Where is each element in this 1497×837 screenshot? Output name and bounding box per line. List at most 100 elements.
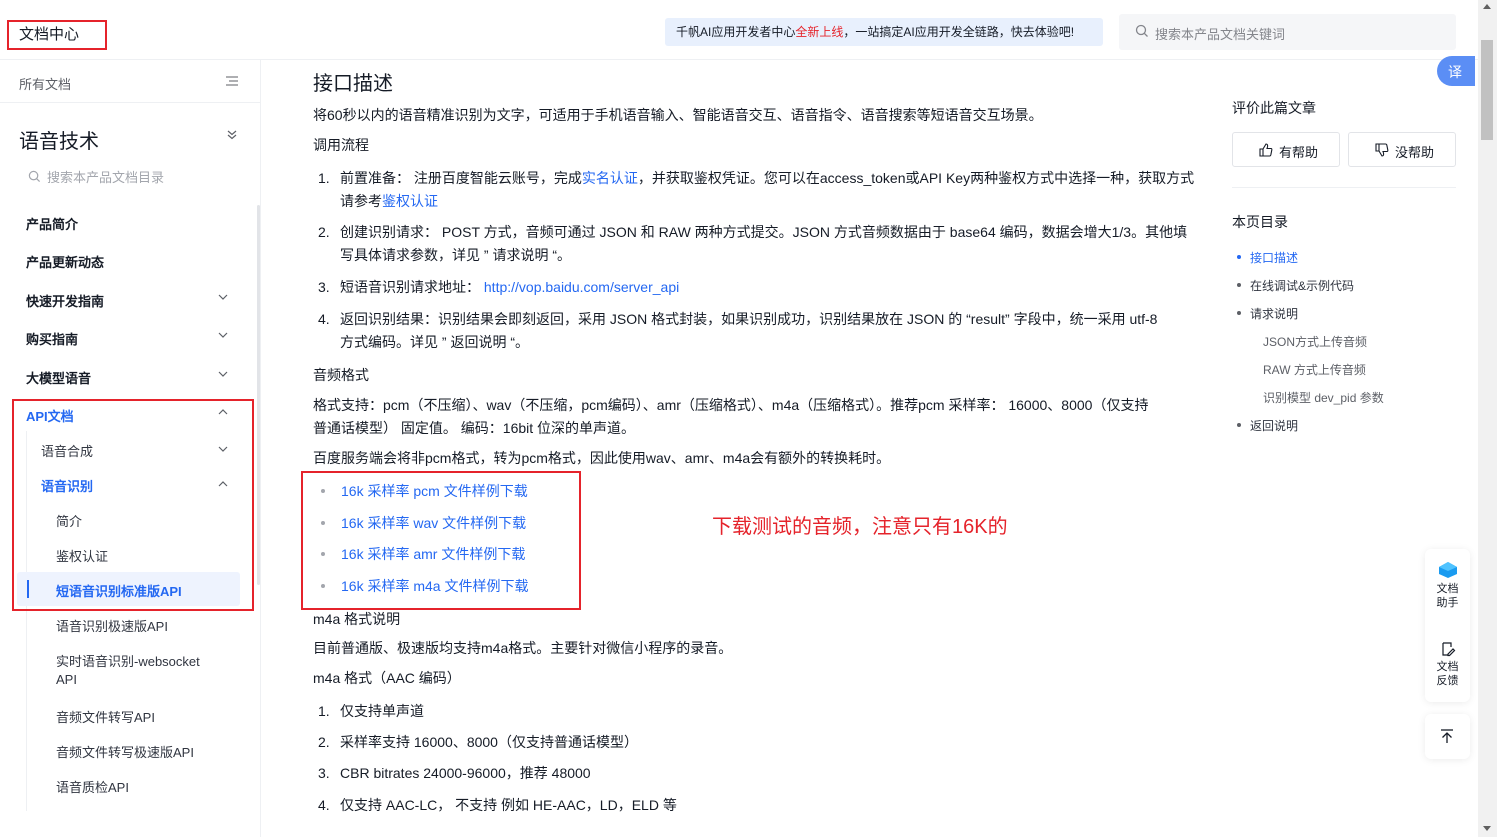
item-text: 仅支持单声道 (340, 703, 424, 719)
helpful-button[interactable]: 有帮助 (1232, 132, 1340, 167)
doc-feedback-button[interactable]: 文档 反馈 (1425, 641, 1470, 688)
sidebar-item-llm-voice[interactable]: 大模型语音 (26, 368, 228, 387)
translate-label: 译 (1448, 64, 1462, 80)
window-scrollbar[interactable] (1478, 0, 1497, 837)
toc-item-raw-upload[interactable]: RAW 方式上传音频 (1263, 361, 1366, 378)
sidebar-item-quality-check[interactable]: 语音质检API (56, 777, 129, 796)
assistant-label-1: 文档 (1436, 583, 1459, 595)
product-title: 语音技术 (19, 131, 99, 153)
flow-heading: 调用流程 (313, 137, 369, 153)
scroll-down-icon[interactable] (1483, 826, 1491, 831)
helpful-label: 有帮助 (1279, 145, 1319, 160)
thumbs-down-icon (1375, 143, 1389, 157)
banner-prefix: 千帆AI应用开发者中心 (676, 25, 796, 39)
item-number: 1. (318, 703, 330, 719)
rate-article-title: 评价此篇文章 (1232, 100, 1316, 116)
sidebar-item-file-transcribe-fast[interactable]: 音频文件转写极速版API (56, 742, 194, 761)
list-icon[interactable] (226, 76, 238, 86)
sidebar-item-fast-asr-api[interactable]: 语音识别极速版API (56, 616, 168, 635)
arrow-up-icon (1441, 729, 1453, 743)
toc-label: 请求说明 (1250, 307, 1299, 321)
banner-highlight: 全新上线 (795, 25, 844, 39)
m4a-heading: m4a 格式说明 (313, 611, 401, 627)
step-text: 前置准备： 注册百度智能云账号，完成 (340, 170, 582, 186)
annotation-box-downloads (301, 471, 581, 610)
feedback-label-2: 反馈 (1436, 675, 1459, 687)
realname-auth-link[interactable]: 实名认证 (582, 170, 638, 186)
sidebar-item-realtime-asr-api[interactable]: API (56, 672, 77, 687)
assistant-label-2: 助手 (1436, 597, 1459, 609)
toc-label: 在线调试&示例代码 (1250, 279, 1355, 293)
promo-banner[interactable]: 千帆AI应用开发者中心全新上线，一站搞定AI应用开发全链路，快去体验吧! (665, 18, 1103, 46)
scroll-up-icon[interactable] (1483, 4, 1491, 9)
step-text: 创建识别请求： POST 方式，音频可通过 JSON 和 RAW 两种方式提交。… (340, 224, 1188, 240)
feedback-label-1: 文档 (1436, 661, 1459, 673)
sidebar-item-label: 大模型语音 (26, 371, 92, 386)
search-icon (28, 170, 41, 183)
translate-button[interactable]: 译 (1437, 56, 1475, 86)
doc-search-input[interactable]: 搜索本产品文档关键词 (1119, 14, 1456, 50)
item-text: 采样率支持 16000、8000（仅支持普通话模型） (340, 734, 638, 750)
format-support-line2: 普通话模型） 固定值。 编码：16bit 位深的单声道。 (313, 420, 636, 436)
annotation-box-sidebar (12, 399, 254, 611)
audio-format-heading: 音频格式 (313, 367, 369, 383)
step-text: 方式编码。详见 ” 返回说明 “。 (340, 334, 529, 350)
item-number: 4. (318, 797, 330, 813)
toc-label: 接口描述 (1250, 251, 1299, 265)
back-to-top-button[interactable] (1425, 714, 1470, 759)
doc-center-logo[interactable]: 文档中心 (19, 23, 79, 44)
toc-label: 返回说明 (1250, 419, 1299, 433)
floating-tool-panel: 文档 助手 文档 反馈 (1425, 549, 1470, 702)
sidebar-item-label: 产品简介 (26, 217, 79, 232)
toc-title: 本页目录 (1232, 214, 1288, 230)
chevron-down-icon (218, 332, 228, 338)
scrollbar-thumb[interactable] (1481, 40, 1493, 140)
step-text: 返回识别结果：识别结果会即刻返回，采用 JSON 格式封装，如果识别成功，识别结… (340, 311, 1158, 327)
sidebar-scrollbar[interactable] (257, 205, 260, 585)
sidebar-item-label: 产品更新动态 (26, 255, 105, 270)
bullet (1237, 255, 1241, 259)
sidebar-item-purchase[interactable]: 购买指南 (26, 329, 228, 348)
intro-text: 将60秒以内的语音精准识别为文字，可适用于手机语音输入、智能语音交互、语音指令、… (313, 107, 1043, 123)
step-text: 短语音识别请求地址： (340, 279, 484, 295)
bullet (1237, 311, 1241, 315)
not-helpful-label: 没帮助 (1395, 145, 1435, 160)
double-chevron-down-icon[interactable] (227, 130, 237, 140)
sidebar-item-label: 购买指南 (26, 332, 79, 347)
sidebar-item-file-transcribe[interactable]: 音频文件转写API (56, 707, 155, 726)
step-number: 2. (318, 224, 330, 240)
top-bar: 文档中心 千帆AI应用开发者中心全新上线，一站搞定AI应用开发全链路，快去体验吧… (0, 0, 1497, 60)
m4a-note: 目前普通版、极速版均支持m4a格式。主要针对微信小程序的录音。 (313, 640, 733, 656)
step-text: ，并获取鉴权凭证。您可以在access_token或API Key两种鉴权方式中… (637, 170, 1195, 186)
format-support-line1: 格式支持：pcm（不压缩）、wav（不压缩，pcm编码）、amr（压缩格式）、m… (313, 397, 1149, 413)
toc-item-json-upload[interactable]: JSON方式上传音频 (1263, 333, 1367, 350)
chevron-down-icon (218, 294, 228, 300)
toc-item-dev-pid[interactable]: 识别模型 dev_pid 参数 (1263, 389, 1384, 406)
item-number: 3. (318, 765, 330, 781)
item-text: CBR bitrates 24000-96000，推荐 48000 (340, 765, 591, 781)
sidebar-item-updates[interactable]: 产品更新动态 (26, 252, 104, 271)
item-text: 仅支持 AAC-LC， 不支持 例如 HE-AAC，LD，ELD 等 (340, 797, 677, 813)
thumbs-up-icon (1259, 143, 1273, 157)
search-placeholder: 搜索本产品文档关键词 (1155, 27, 1286, 42)
all-docs-link[interactable]: 所有文档 (19, 74, 71, 93)
search-icon (1135, 24, 1148, 37)
annotation-text: 下载测试的音频，注意只有16K的 (712, 516, 1008, 538)
page-title: 接口描述 (313, 73, 393, 95)
assistant-icon (1438, 562, 1457, 578)
sidebar-item-quickstart[interactable]: 快速开发指南 (26, 291, 228, 310)
not-helpful-button[interactable]: 没帮助 (1348, 132, 1456, 167)
divider (1232, 187, 1456, 188)
divider (0, 102, 261, 103)
edit-icon (1441, 642, 1455, 657)
item-number: 2. (318, 734, 330, 750)
m4a-aac: m4a 格式（AAC 编码） (313, 670, 461, 686)
auth-doc-link[interactable]: 鉴权认证 (382, 193, 438, 209)
doc-assistant-button[interactable]: 文档 助手 (1425, 561, 1470, 610)
server-api-link[interactable]: http://vop.baidu.com/server_api (484, 279, 679, 295)
sidebar-item-realtime-asr[interactable]: 实时语音识别-websocket (56, 651, 200, 670)
bullet (1237, 423, 1241, 427)
banner-suffix: ，一站搞定AI应用开发全链路，快去体验吧! (843, 25, 1075, 39)
bullet (1237, 283, 1241, 287)
sidebar-item-product-intro[interactable]: 产品简介 (26, 214, 78, 233)
